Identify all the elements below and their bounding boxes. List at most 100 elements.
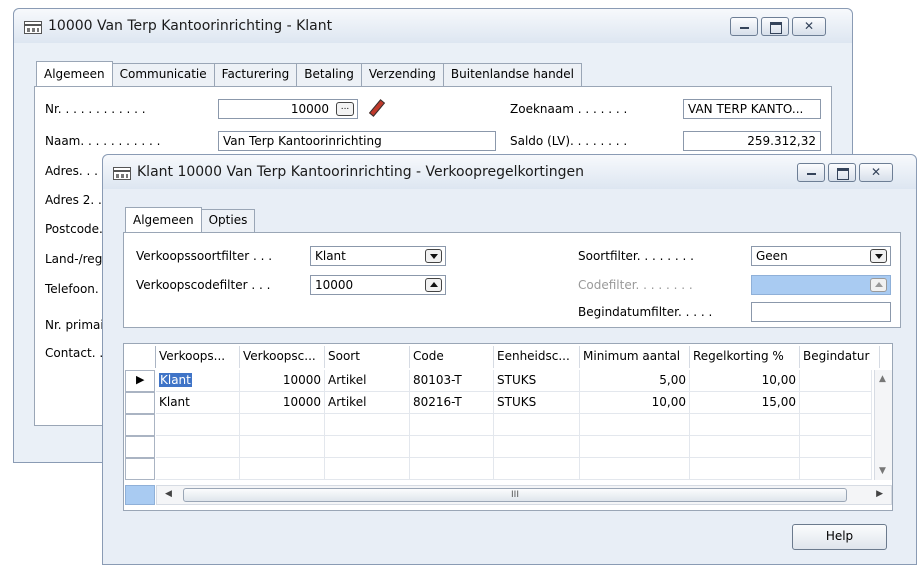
column-header[interactable]: Code [410, 346, 494, 368]
table-cell[interactable] [800, 370, 872, 392]
empty-row[interactable] [156, 458, 872, 480]
current-row-arrow-icon: ▶ [136, 373, 145, 386]
tab-buitenlandse-handel[interactable]: Buitenlandse handel [442, 63, 583, 86]
table-cell[interactable]: 5,00 [580, 370, 690, 392]
empty-cell [800, 414, 872, 436]
column-header[interactable]: Begindatur [800, 346, 880, 368]
naam-field[interactable]: Van Terp Kantoorinrichting [218, 131, 496, 151]
verkoopscodefilter-value: 10000 [315, 278, 354, 292]
zoeknaam-label: Zoeknaam . . . . . . . [510, 102, 628, 116]
table-cell-selected[interactable]: Klant [159, 373, 192, 387]
minimize-button[interactable] [730, 17, 758, 36]
row-selector[interactable] [125, 414, 155, 436]
empty-cell [800, 458, 872, 480]
help-button[interactable]: Help [792, 524, 887, 550]
verkoopssoortfilter-field[interactable]: Klant [310, 246, 446, 266]
begindatumfilter-label: Begindatumfilter. . . . . [578, 305, 713, 319]
horizontal-scrollbar[interactable]: ◀ III ▶ [156, 485, 892, 505]
begindatumfilter-field[interactable] [751, 302, 891, 322]
empty-cell [410, 458, 494, 480]
tab-opties[interactable]: Opties [200, 209, 256, 232]
scroll-down-icon[interactable]: ▼ [879, 466, 886, 476]
verkoopscodefilter-field[interactable]: 10000 [310, 275, 446, 295]
table-cell[interactable]: 10000 [240, 392, 325, 414]
tab-verzending[interactable]: Verzending [360, 63, 444, 86]
tab-algemeen[interactable]: Algemeen [36, 61, 113, 86]
column-header[interactable]: Eenheidsc... [494, 346, 580, 368]
vertical-scrollbar[interactable]: ▲ ▼ [874, 370, 892, 480]
close-button[interactable] [859, 163, 893, 182]
empty-cell [690, 436, 800, 458]
table-cell[interactable]: 10000 [240, 370, 325, 392]
empty-cell [494, 436, 580, 458]
grid-corner-selector[interactable] [125, 485, 155, 505]
pencil-icon[interactable] [368, 99, 386, 117]
nr-field[interactable]: 10000 ... [218, 99, 358, 119]
table-cell[interactable]: 15,00 [690, 392, 800, 414]
empty-cell [156, 414, 240, 436]
naam-label: Naam. . . . . . . . . . . [45, 134, 161, 148]
tab-algemeen[interactable]: Algemeen [125, 207, 202, 232]
table-cell[interactable]: Klant [156, 392, 240, 414]
table-cell[interactable]: STUKS [494, 370, 580, 392]
column-header[interactable]: Verkoops... [156, 346, 240, 368]
empty-cell [240, 414, 325, 436]
scroll-left-icon[interactable]: ◀ [165, 489, 172, 499]
table-row[interactable]: Klant 10000 Artikel 80216-T STUKS 10,00 … [156, 392, 872, 414]
codefilter-field[interactable] [751, 275, 891, 295]
tab-betaling[interactable]: Betaling [296, 63, 362, 86]
verkoopscodefilter-label: Verkoopscodefilter . . . [136, 278, 271, 292]
column-header[interactable]: Verkoopsc... [240, 346, 325, 368]
row-selector[interactable] [125, 436, 155, 458]
table-cell[interactable]: Artikel [325, 370, 410, 392]
saldo-field[interactable]: 259.312,32 [683, 131, 821, 151]
lookup-arrow-icon[interactable] [425, 278, 442, 292]
table-cell[interactable]: 10,00 [580, 392, 690, 414]
close-button[interactable] [792, 17, 826, 36]
dropdown-arrow-icon[interactable] [870, 249, 887, 263]
empty-cell [325, 414, 410, 436]
table-cell[interactable]: Artikel [325, 392, 410, 414]
ellipsis-button[interactable]: ... [336, 102, 354, 116]
table-cell[interactable]: 10,00 [690, 370, 800, 392]
tab-facturering[interactable]: Facturering [213, 63, 298, 86]
empty-cell [156, 458, 240, 480]
soortfilter-field[interactable]: Geen [751, 246, 891, 266]
empty-cell [690, 414, 800, 436]
empty-row[interactable] [156, 414, 872, 436]
discounts-titlebar[interactable]: Klant 10000 Van Terp Kantoorinrichting -… [103, 155, 916, 189]
maximize-button[interactable] [828, 163, 856, 182]
empty-cell [325, 458, 410, 480]
table-cell[interactable]: STUKS [494, 392, 580, 414]
table-cell[interactable]: 80103-T [410, 370, 494, 392]
zoeknaam-field[interactable]: VAN TERP KANTO... [683, 99, 821, 119]
minimize-button[interactable] [797, 163, 825, 182]
table-row[interactable]: Klant 10000 Artikel 80103-T STUKS 5,00 1… [156, 370, 872, 392]
scroll-right-icon[interactable]: ▶ [876, 489, 883, 499]
lookup-arrow-icon [870, 278, 887, 292]
column-header[interactable]: Soort [325, 346, 410, 368]
empty-cell [690, 458, 800, 480]
table-cell[interactable] [800, 392, 872, 414]
empty-cell [325, 436, 410, 458]
customer-card-title: 10000 Van Terp Kantoorinrichting - Klant [48, 18, 333, 34]
maximize-button[interactable] [761, 17, 789, 36]
customer-card-titlebar[interactable]: 10000 Van Terp Kantoorinrichting - Klant [14, 9, 852, 43]
row-selector[interactable] [125, 458, 155, 480]
empty-cell [240, 458, 325, 480]
column-header[interactable]: Minimum aantal [580, 346, 690, 368]
scroll-up-icon[interactable]: ▲ [879, 374, 886, 384]
scroll-thumb[interactable]: III [183, 488, 847, 502]
table-cell[interactable]: 80216-T [410, 392, 494, 414]
empty-cell [580, 458, 690, 480]
soortfilter-value: Geen [756, 249, 788, 263]
row-selector[interactable] [125, 392, 155, 414]
dropdown-arrow-icon[interactable] [425, 249, 442, 263]
empty-cell [410, 436, 494, 458]
row-selector[interactable]: ▶ [125, 370, 155, 392]
empty-row[interactable] [156, 436, 872, 458]
sales-line-discounts-window: Klant 10000 Van Terp Kantoorinrichting -… [102, 154, 917, 565]
column-header[interactable]: Regelkorting % [690, 346, 800, 368]
empty-cell [494, 414, 580, 436]
tab-communicatie[interactable]: Communicatie [111, 63, 215, 86]
